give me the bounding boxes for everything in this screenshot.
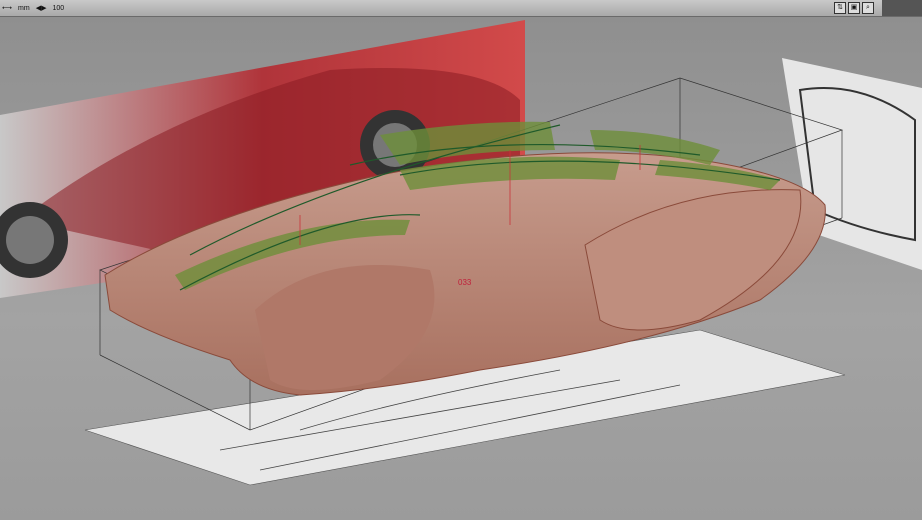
toolbar-edge bbox=[882, 0, 922, 16]
viewport-toolbar: ⟷ mm ◀▶ 100 ⇅ ▣ ⌕ bbox=[0, 0, 922, 17]
section-label: 033 bbox=[458, 278, 472, 287]
frame-icon[interactable]: ▣ bbox=[848, 2, 860, 14]
zoom-arrows-icon[interactable]: ◀▶ bbox=[36, 4, 47, 12]
unit-arrow-icon[interactable]: ⟷ bbox=[2, 4, 12, 12]
unit-label: mm bbox=[18, 4, 30, 12]
zoom-icon[interactable]: ⌕ bbox=[862, 2, 874, 14]
scene bbox=[0, 20, 922, 486]
3d-viewport[interactable]: 033 bbox=[0, 17, 922, 520]
zoom-value: 100 bbox=[52, 4, 65, 12]
fit-view-icon[interactable]: ⇅ bbox=[834, 2, 846, 14]
